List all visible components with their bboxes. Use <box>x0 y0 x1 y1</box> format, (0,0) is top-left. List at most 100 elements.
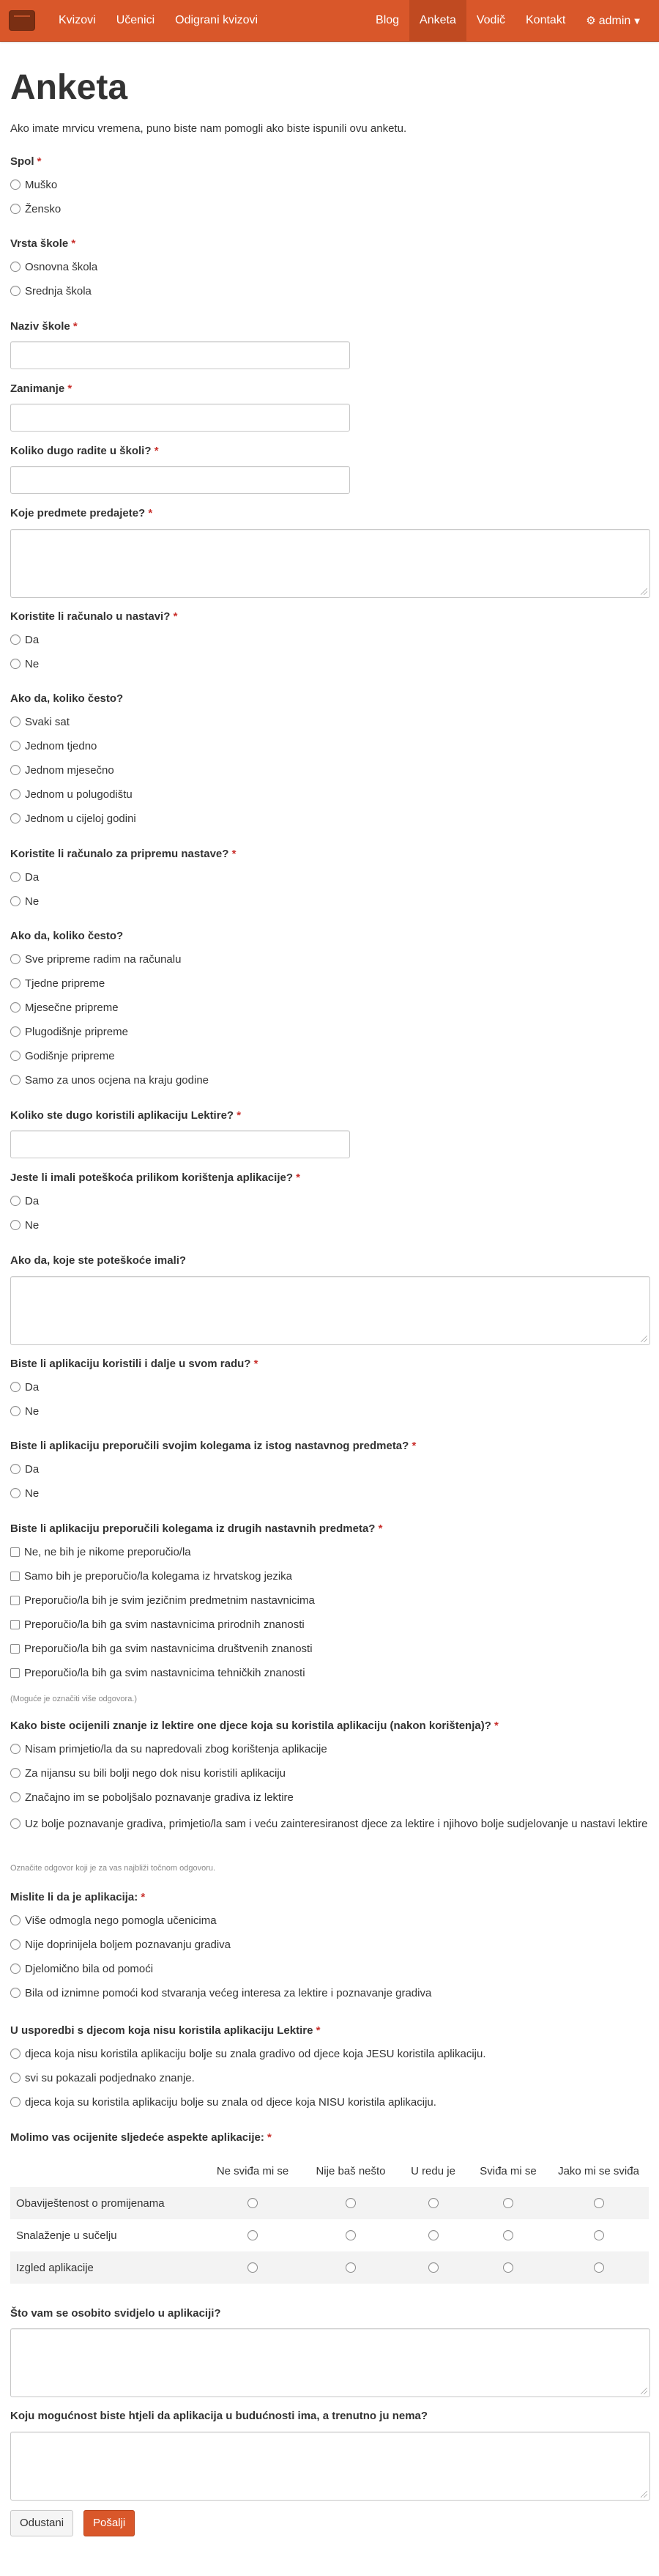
nav-item-odigrani-kvizovi[interactable]: Odigrani kvizovi <box>165 0 268 41</box>
radio-button[interactable] <box>10 813 21 823</box>
radio-button[interactable] <box>247 2262 258 2273</box>
option-priprema_cesto-4[interactable]: Godišnje pripreme <box>10 1049 115 1064</box>
checkbox[interactable] <box>10 1668 20 1678</box>
option-racunalo_cesto-0[interactable]: Svaki sat <box>10 715 70 730</box>
option-usporedbi-0[interactable]: djeca koja nisu koristila aplikaciju bol… <box>10 2047 486 2062</box>
radio-button[interactable] <box>10 1964 21 1974</box>
radio-button[interactable] <box>10 1818 21 1829</box>
option-usporedbi-2[interactable]: djeca koja su koristila aplikaciju bolje… <box>10 2095 436 2110</box>
option-priprema_cesto-1[interactable]: Tjedne pripreme <box>10 977 105 991</box>
radio-button[interactable] <box>346 2229 356 2240</box>
input-naziv_skole[interactable] <box>10 341 350 369</box>
option-znanje-3[interactable]: Uz bolje poznavanje gradiva, primjetio/l… <box>10 1815 649 1834</box>
textarea-svidjelo[interactable] <box>10 2328 650 2397</box>
option-preporucili_drugi-1[interactable]: Samo bih je preporučio/la kolegama iz hr… <box>10 1569 292 1584</box>
resize-handle-icon[interactable] <box>641 2388 647 2394</box>
radio-button[interactable] <box>10 741 21 751</box>
option-znanje-0[interactable]: Nisam primjetio/la da su napredovali zbo… <box>10 1742 327 1757</box>
resize-handle-icon[interactable] <box>641 588 647 595</box>
option-preporucili_drugi-4[interactable]: Preporučio/la bih ga svim nastavnicima d… <box>10 1642 313 1657</box>
radio-button[interactable] <box>503 2229 513 2240</box>
radio-button[interactable] <box>247 2197 258 2208</box>
radio-button[interactable] <box>10 954 21 964</box>
radio-button[interactable] <box>428 2197 439 2208</box>
checkbox[interactable] <box>10 1644 20 1654</box>
option-mislite-2[interactable]: Djelomično bila od pomoći <box>10 1962 153 1977</box>
radio-button[interactable] <box>10 717 21 727</box>
option-racunalo_cesto-2[interactable]: Jednom mjesečno <box>10 763 114 778</box>
option-racunalo_nastava-0[interactable]: Da <box>10 633 39 648</box>
radio-button[interactable] <box>10 1915 21 1925</box>
radio-button[interactable] <box>10 634 21 645</box>
radio-button[interactable] <box>428 2229 439 2240</box>
option-racunalo_priprema-0[interactable]: Da <box>10 870 39 885</box>
option-preporucili_isti-0[interactable]: Da <box>10 1462 39 1477</box>
radio-button[interactable] <box>10 179 21 190</box>
input-lektire_dugo[interactable] <box>10 1130 350 1158</box>
radio-button[interactable] <box>10 1488 21 1498</box>
checkbox[interactable] <box>10 1620 20 1629</box>
option-racunalo_priprema-1[interactable]: Ne <box>10 895 39 909</box>
option-racunalo_cesto-1[interactable]: Jednom tjedno <box>10 739 97 754</box>
radio-button[interactable] <box>10 286 21 296</box>
option-preporucili_drugi-3[interactable]: Preporučio/la bih ga svim nastavnicima p… <box>10 1618 305 1632</box>
option-poteskoce-0[interactable]: Da <box>10 1194 39 1209</box>
textarea-predmeti[interactable] <box>10 529 650 598</box>
cancel-button[interactable]: Odustani <box>10 2510 74 2536</box>
radio-button[interactable] <box>346 2197 356 2208</box>
nav-item-vodic[interactable]: Vodič <box>466 0 515 41</box>
radio-button[interactable] <box>10 765 21 775</box>
radio-button[interactable] <box>10 1196 21 1206</box>
radio-button[interactable] <box>10 1026 21 1037</box>
radio-button[interactable] <box>247 2229 258 2240</box>
option-vrsta_skole-0[interactable]: Osnovna škola <box>10 260 97 275</box>
radio-button[interactable] <box>10 1382 21 1392</box>
brand-logo[interactable] <box>9 10 35 31</box>
option-poteskoce-1[interactable]: Ne <box>10 1218 39 1233</box>
radio-button[interactable] <box>593 2262 604 2273</box>
admin-menu[interactable]: ⚙ admin ▼ <box>576 0 650 41</box>
radio-button[interactable] <box>10 1792 21 1802</box>
resize-handle-icon[interactable] <box>641 2491 647 2498</box>
option-dalje_koristili-0[interactable]: Da <box>10 1380 39 1395</box>
radio-button[interactable] <box>10 1988 21 1998</box>
textarea-mogucnost[interactable] <box>10 2432 650 2501</box>
radio-button[interactable] <box>593 2229 604 2240</box>
radio-button[interactable] <box>428 2262 439 2273</box>
nav-item-kvizovi[interactable]: Kvizovi <box>48 0 106 41</box>
option-racunalo_cesto-3[interactable]: Jednom u polugodištu <box>10 788 133 802</box>
option-mislite-1[interactable]: Nije doprinijela boljem poznavanju gradi… <box>10 1938 231 1953</box>
option-mislite-0[interactable]: Više odmogla nego pomogla učenicima <box>10 1914 217 1928</box>
input-zanimanje[interactable] <box>10 404 350 432</box>
radio-button[interactable] <box>10 2073 21 2083</box>
radio-button[interactable] <box>10 978 21 988</box>
radio-button[interactable] <box>10 1220 21 1230</box>
radio-button[interactable] <box>10 789 21 799</box>
nav-item-blog[interactable]: Blog <box>365 0 409 41</box>
radio-button[interactable] <box>10 1464 21 1474</box>
checkbox[interactable] <box>10 1596 20 1605</box>
option-priprema_cesto-5[interactable]: Samo za unos ocjena na kraju godine <box>10 1073 209 1088</box>
radio-button[interactable] <box>10 2097 21 2107</box>
option-preporucili_isti-1[interactable]: Ne <box>10 1487 39 1501</box>
option-usporedbi-1[interactable]: svi su pokazali podjednako znanje. <box>10 2071 195 2086</box>
option-preporucili_drugi-2[interactable]: Preporučio/la bih je svim jezičnim predm… <box>10 1594 315 1608</box>
option-racunalo_cesto-4[interactable]: Jednom u cijeloj godini <box>10 812 136 826</box>
radio-button[interactable] <box>593 2197 604 2208</box>
radio-button[interactable] <box>10 1768 21 1778</box>
radio-button[interactable] <box>503 2262 513 2273</box>
option-racunalo_nastava-1[interactable]: Ne <box>10 657 39 672</box>
resize-handle-icon[interactable] <box>641 1336 647 1342</box>
option-znanje-2[interactable]: Značajno im se poboljšalo poznavanje gra… <box>10 1791 294 1805</box>
radio-button[interactable] <box>10 896 21 906</box>
textarea-koje_poteskoce[interactable] <box>10 1276 650 1345</box>
submit-button[interactable]: Pošalji <box>83 2510 135 2536</box>
radio-button[interactable] <box>10 1406 21 1416</box>
option-znanje-1[interactable]: Za nijansu su bili bolji nego dok nisu k… <box>10 1766 286 1781</box>
option-spol-1[interactable]: Žensko <box>10 202 61 217</box>
option-priprema_cesto-0[interactable]: Sve pripreme radim na računalu <box>10 952 181 967</box>
radio-button[interactable] <box>10 262 21 272</box>
radio-button[interactable] <box>10 1051 21 1061</box>
option-priprema_cesto-2[interactable]: Mjesečne pripreme <box>10 1001 119 1015</box>
radio-button[interactable] <box>10 872 21 882</box>
